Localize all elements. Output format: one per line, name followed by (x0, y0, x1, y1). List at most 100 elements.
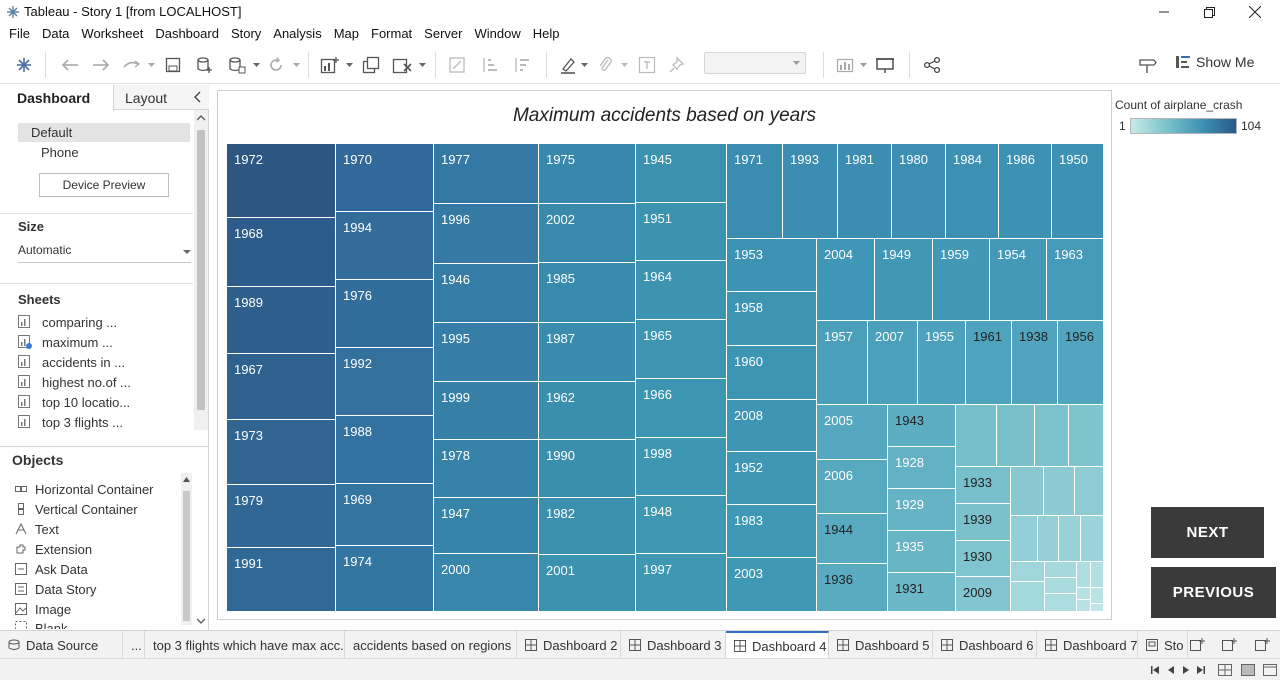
treemap-cell[interactable]: 2002 (539, 204, 636, 263)
redo-button[interactable] (90, 54, 112, 76)
treemap-cell[interactable]: 1986 (999, 144, 1052, 239)
sheet-item[interactable]: accidents in ... (18, 353, 125, 371)
treemap-cell[interactable] (1035, 405, 1069, 467)
tab-layout[interactable]: Layout (125, 90, 167, 106)
treemap-cell[interactable]: 1959 (933, 239, 990, 321)
treemap-cell[interactable]: 1983 (727, 505, 817, 558)
sheet-item[interactable]: comparing ... (18, 313, 117, 331)
treemap-cell[interactable]: 1982 (539, 498, 636, 555)
treemap-cell[interactable]: 1987 (539, 323, 636, 382)
treemap-cell[interactable]: 1952 (727, 452, 817, 505)
treemap-cell[interactable] (1077, 562, 1091, 588)
treemap-cell[interactable]: 1933 (956, 467, 1011, 504)
treemap-cell[interactable]: 1961 (966, 321, 1012, 405)
menu-worksheet[interactable]: Worksheet (76, 24, 150, 44)
treemap-cell[interactable] (1011, 562, 1045, 582)
next-button[interactable]: NEXT (1151, 507, 1264, 558)
chevron-down-icon[interactable] (346, 61, 353, 68)
treemap-cell[interactable]: 1953 (727, 239, 817, 292)
restore-button[interactable] (1186, 0, 1232, 24)
show-mark-labels-button[interactable] (636, 54, 658, 76)
treemap-cell[interactable]: 1979 (227, 485, 336, 548)
sheet-item[interactable]: highest no.of ... (18, 373, 131, 391)
treemap-cell[interactable]: 1958 (727, 292, 817, 346)
treemap[interactable]: 1972 1968 1989 1967 1973 1979 1991 1970 1994 1976… (227, 144, 1104, 612)
menu-file[interactable]: File (4, 24, 37, 44)
treemap-cell[interactable]: 1990 (539, 440, 636, 498)
first-page-icon[interactable] (1150, 665, 1160, 675)
treemap-cell[interactable]: 1947 (434, 498, 539, 554)
share-button[interactable] (921, 54, 943, 76)
scrollbar-thumb[interactable] (183, 491, 190, 621)
bottom-tab[interactable]: Dashboard 2 (517, 631, 621, 659)
treemap-cell[interactable]: 1946 (434, 264, 539, 323)
show-filmstrip-icon[interactable] (1218, 664, 1232, 676)
treemap-cell[interactable] (997, 405, 1035, 467)
chevron-down-icon[interactable] (293, 61, 300, 68)
menu-map[interactable]: Map (329, 24, 366, 44)
treemap-cell[interactable]: 1960 (727, 346, 817, 400)
clear-sheet-button[interactable] (391, 54, 413, 76)
menu-help[interactable]: Help (528, 24, 567, 44)
treemap-cell[interactable]: 1944 (817, 514, 888, 564)
chevron-down-icon[interactable] (860, 61, 867, 68)
scroll-up-icon[interactable] (183, 477, 190, 482)
bottom-tab[interactable]: Data Source (0, 631, 123, 659)
treemap-cell[interactable]: 1985 (539, 263, 636, 323)
bottom-tab[interactable]: Sto (1138, 631, 1188, 659)
treemap-cell[interactable]: 1928 (888, 447, 956, 489)
menu-format[interactable]: Format (366, 24, 419, 44)
bottom-tab[interactable]: ... (123, 631, 145, 659)
previous-button[interactable]: PREVIOUS (1151, 567, 1276, 618)
chevron-down-icon[interactable] (253, 61, 260, 68)
format-painter-button[interactable] (1137, 54, 1159, 76)
treemap-cell[interactable]: 1999 (434, 382, 539, 440)
treemap-cell[interactable]: 1949 (875, 239, 933, 321)
sheet-item[interactable]: maximum ... (18, 333, 113, 351)
treemap-cell[interactable]: 2004 (817, 239, 875, 321)
next-page-icon[interactable] (1181, 665, 1191, 675)
treemap-cell[interactable]: 1973 (227, 420, 336, 485)
treemap-cell[interactable] (1077, 600, 1091, 612)
treemap-cell[interactable]: 1930 (956, 541, 1011, 577)
treemap-cell[interactable]: 1943 (888, 405, 956, 447)
treemap-cell[interactable]: 1971 (727, 144, 783, 239)
menu-analysis[interactable]: Analysis (268, 24, 328, 44)
treemap-cell[interactable] (1075, 467, 1104, 516)
replace-data-button[interactable] (121, 54, 143, 76)
treemap-cell[interactable]: 1978 (434, 440, 539, 498)
object-item[interactable]: Text (15, 521, 59, 537)
show-hide-cards-button[interactable] (835, 54, 857, 76)
treemap-cell[interactable] (1069, 405, 1104, 467)
treemap-cell[interactable]: 1962 (539, 382, 636, 440)
bottom-tab[interactable]: Dashboard 7 (1037, 631, 1138, 659)
treemap-cell[interactable] (1011, 582, 1045, 612)
treemap-cell[interactable] (1011, 516, 1038, 562)
treemap-cell[interactable]: 1950 (1052, 144, 1104, 239)
refresh-button[interactable] (265, 54, 287, 76)
treemap-cell[interactable]: 1936 (817, 564, 888, 612)
treemap-cell[interactable] (1059, 516, 1081, 562)
save-button[interactable] (162, 54, 184, 76)
new-worksheet-button[interactable] (319, 54, 341, 76)
treemap-cell[interactable]: 1998 (636, 438, 727, 496)
pause-updates-button[interactable] (226, 54, 248, 76)
show-tabs-icon[interactable] (1263, 664, 1277, 676)
treemap-cell[interactable] (1011, 467, 1044, 516)
device-phone[interactable]: Phone (41, 145, 79, 160)
treemap-cell[interactable]: 1975 (539, 144, 636, 204)
treemap-cell[interactable] (1038, 516, 1059, 562)
treemap-cell[interactable]: 1970 (336, 144, 434, 212)
object-item[interactable]: Vertical Container (15, 501, 138, 517)
bottom-tab[interactable]: accidents based on regions (345, 631, 517, 659)
objects-scrollbar[interactable] (181, 473, 192, 625)
bottom-tab[interactable]: top 3 flights which have max acc... (145, 631, 345, 659)
treemap-cell[interactable]: 1957 (817, 321, 868, 405)
last-page-icon[interactable] (1196, 665, 1206, 675)
treemap-cell[interactable]: 1929 (888, 489, 956, 531)
treemap-cell[interactable]: 1977 (434, 144, 539, 204)
tab-dashboard[interactable]: Dashboard (0, 85, 114, 111)
treemap-cell[interactable]: 1980 (892, 144, 946, 239)
treemap-cell[interactable] (1045, 594, 1077, 612)
object-item[interactable]: Image (15, 601, 71, 617)
